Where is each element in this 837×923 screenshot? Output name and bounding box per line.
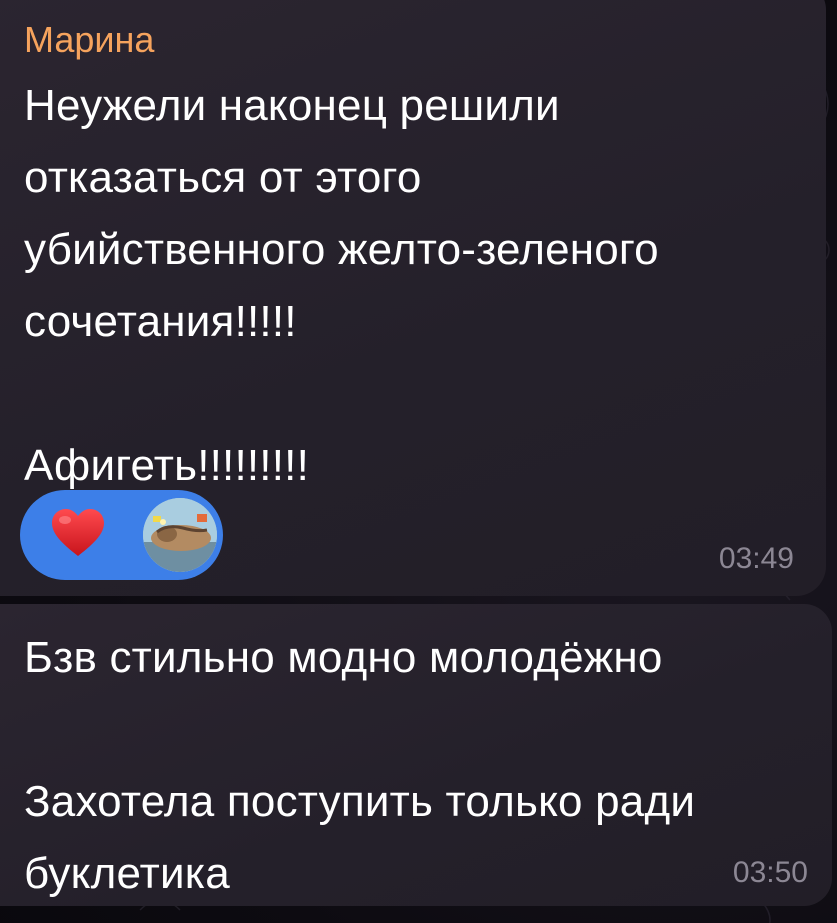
message-timestamp: 03:50 [732, 856, 808, 889]
message-bubble[interactable]: Бзв стильно модно молодёжно Захотела пос… [0, 604, 832, 906]
reactor-avatar[interactable] [143, 498, 217, 572]
chat-view: Марина Неужели наконец решили отказаться… [0, 0, 837, 923]
message-timestamp: 03:49 [718, 542, 794, 575]
sender-name[interactable]: Марина [24, 18, 154, 62]
message-text: Бзв стильно модно молодёжно Захотела пос… [24, 633, 696, 898]
heart-icon [52, 509, 104, 556]
message-bubble[interactable]: Марина Неужели наконец решили отказаться… [0, 0, 826, 596]
reaction-pill[interactable] [20, 490, 223, 580]
avatar-image [143, 498, 217, 572]
message-text: Неужели наконец решили отказаться от это… [24, 81, 659, 490]
